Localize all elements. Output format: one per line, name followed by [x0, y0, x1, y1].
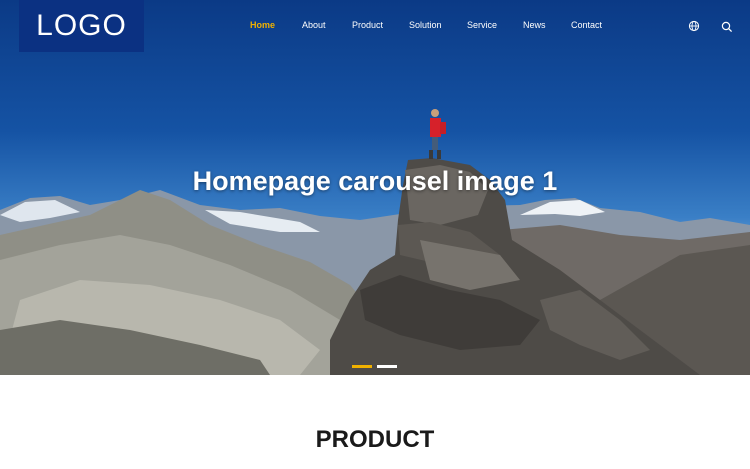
nav-item-solution[interactable]: Solution	[409, 20, 442, 30]
nav-item-product[interactable]: Product	[352, 20, 383, 30]
carousel-pagination	[352, 365, 397, 368]
search-icon[interactable]	[721, 21, 733, 33]
nav-item-home[interactable]: Home	[250, 20, 275, 30]
nav-item-news[interactable]: News	[523, 20, 546, 30]
globe-icon[interactable]	[688, 20, 700, 32]
carousel-dot-2[interactable]	[377, 365, 397, 368]
nav-item-contact[interactable]: Contact	[571, 20, 602, 30]
main-nav: Home About Product Solution Service News…	[0, 20, 750, 34]
carousel-title: Homepage carousel image 1	[192, 166, 558, 196]
hero-carousel[interactable]: LOGO Home About Product Solution Service…	[0, 0, 750, 375]
nav-item-about[interactable]: About	[302, 20, 326, 30]
product-section-title: PRODUCT	[315, 426, 435, 453]
nav-item-service[interactable]: Service	[467, 20, 497, 30]
page: LOGO Home About Product Solution Service…	[0, 0, 750, 469]
carousel-dot-1[interactable]	[352, 365, 372, 368]
